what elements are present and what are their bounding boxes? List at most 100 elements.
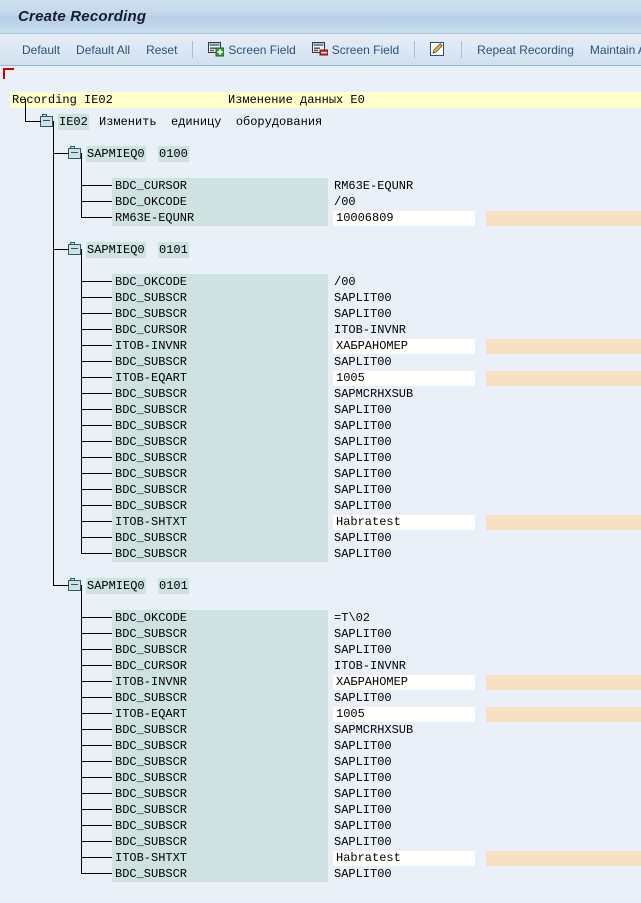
tree-field-row[interactable]: BDC_SUBSCRSAPMCRHXSUB — [0, 722, 641, 738]
tree-node-icon[interactable] — [40, 116, 53, 127]
field-name-cell[interactable]: BDC_SUBSCR — [112, 866, 328, 882]
field-attribute-cell[interactable] — [486, 339, 641, 354]
tree-field-row[interactable]: BDC_SUBSCRSAPLIT00 — [0, 738, 641, 754]
tree-field-row[interactable]: BDC_SUBSCRSAPLIT00 — [0, 754, 641, 770]
field-name-cell[interactable]: BDC_SUBSCR — [112, 802, 328, 818]
tree-field-row[interactable]: BDC_OKCODE=T\02 — [0, 610, 641, 626]
tree-field-row[interactable]: BDC_SUBSCRSAPLIT00 — [0, 642, 641, 658]
tree-field-row[interactable]: ITOB-EQART 1005 — [0, 706, 641, 722]
tree-field-row[interactable]: BDC_SUBSCRSAPLIT00 — [0, 834, 641, 850]
field-name-cell[interactable]: BDC_SUBSCR — [112, 418, 328, 434]
tree-node-icon[interactable] — [68, 148, 81, 159]
tree-field-row[interactable]: BDC_CURSORITOB-INVNR — [0, 658, 641, 674]
tree-field-row[interactable]: BDC_SUBSCRSAPLIT00 — [0, 466, 641, 482]
toolbar-button-reset-2[interactable]: Reset — [138, 41, 185, 59]
tree-field-row[interactable]: BDC_SUBSCRSAPLIT00 — [0, 306, 641, 322]
toolbar-button-screen-field-4[interactable]: Screen Field — [200, 40, 303, 59]
tree-field-row[interactable]: BDC_SUBSCRSAPLIT00 — [0, 626, 641, 642]
field-name-cell[interactable]: BDC_SUBSCR — [112, 754, 328, 770]
field-name-cell[interactable]: BDC_SUBSCR — [112, 786, 328, 802]
field-name-cell[interactable]: BDC_SUBSCR — [112, 498, 328, 514]
field-name-cell[interactable]: ITOB-INVNR — [112, 338, 328, 354]
tree-field-row[interactable]: BDC_SUBSCRSAPLIT00 — [0, 866, 641, 882]
tree-field-row[interactable]: BDC_SUBSCRSAPLIT00 — [0, 786, 641, 802]
tree-field-row[interactable]: BDC_SUBSCRSAPLIT00 — [0, 402, 641, 418]
tree-field-row[interactable]: ITOB-INVNR ХАБРАНОМЕР — [0, 674, 641, 690]
tree-field-row[interactable]: BDC_SUBSCRSAPLIT00 — [0, 482, 641, 498]
tree-field-row[interactable]: BDC_SUBSCRSAPLIT00 — [0, 418, 641, 434]
field-name-cell[interactable]: BDC_SUBSCR — [112, 290, 328, 306]
field-name-cell[interactable]: BDC_SUBSCR — [112, 626, 328, 642]
field-name-cell[interactable]: BDC_SUBSCR — [112, 642, 328, 658]
tree-field-row[interactable]: RM63E-EQUNR 10006809 — [0, 210, 641, 226]
field-name-cell[interactable]: BDC_SUBSCR — [112, 386, 328, 402]
field-name-cell[interactable]: BDC_SUBSCR — [112, 402, 328, 418]
tree-field-row[interactable]: BDC_SUBSCRSAPLIT00 — [0, 354, 641, 370]
field-name-cell[interactable]: BDC_OKCODE — [112, 194, 328, 210]
field-name-cell[interactable]: BDC_SUBSCR — [112, 450, 328, 466]
field-name-cell[interactable]: BDC_SUBSCR — [112, 546, 328, 562]
field-name-cell[interactable]: BDC_OKCODE — [112, 610, 328, 626]
field-attribute-cell[interactable] — [486, 371, 641, 386]
field-name-cell[interactable]: BDC_SUBSCR — [112, 722, 328, 738]
tree-node-screen-2[interactable]: SAPMIEQ00101 — [0, 578, 641, 594]
field-name-cell[interactable]: BDC_OKCODE — [112, 274, 328, 290]
field-value-input[interactable]: 1005 — [333, 371, 475, 386]
field-name-cell[interactable]: BDC_CURSOR — [112, 178, 328, 194]
field-attribute-cell[interactable] — [486, 707, 641, 722]
field-name-cell[interactable]: BDC_SUBSCR — [112, 818, 328, 834]
field-name-cell[interactable]: BDC_SUBSCR — [112, 466, 328, 482]
tree-field-row[interactable]: BDC_SUBSCRSAPLIT00 — [0, 498, 641, 514]
toolbar-button-repeat-recording-9[interactable]: Repeat Recording — [469, 41, 582, 59]
field-name-cell[interactable]: BDC_SUBSCR — [112, 770, 328, 786]
field-name-cell[interactable]: BDC_CURSOR — [112, 658, 328, 674]
tree-node-icon[interactable] — [68, 244, 81, 255]
toolbar-button-default-all-1[interactable]: Default All — [68, 41, 138, 59]
tree-field-row[interactable]: BDC_SUBSCRSAPLIT00 — [0, 434, 641, 450]
field-name-cell[interactable]: BDC_SUBSCR — [112, 482, 328, 498]
tree-node-icon[interactable] — [68, 580, 81, 591]
field-name-cell[interactable]: BDC_SUBSCR — [112, 530, 328, 546]
tree-field-row[interactable]: ITOB-EQART1005 — [0, 370, 641, 386]
field-attribute-cell[interactable] — [486, 515, 641, 530]
field-attribute-cell[interactable] — [486, 675, 641, 690]
field-name-cell[interactable]: BDC_SUBSCR — [112, 354, 328, 370]
tree-field-row[interactable]: BDC_SUBSCRSAPLIT00 — [0, 290, 641, 306]
field-name-cell[interactable]: ITOB-SHTXT — [112, 514, 328, 530]
field-name-cell[interactable]: BDC_SUBSCR — [112, 690, 328, 706]
field-name-cell[interactable]: BDC_CURSOR — [112, 322, 328, 338]
tree-field-row[interactable]: BDC_SUBSCRSAPMCRHXSUB — [0, 386, 641, 402]
field-name-cell[interactable]: BDC_SUBSCR — [112, 834, 328, 850]
tree-field-row[interactable]: BDC_SUBSCRSAPLIT00 — [0, 770, 641, 786]
field-value-input[interactable]: 1005 — [333, 707, 475, 722]
toolbar-button-screen-field-5[interactable]: Screen Field — [304, 40, 407, 59]
field-attribute-cell[interactable] — [486, 211, 641, 226]
tree-field-row[interactable]: BDC_SUBSCRSAPLIT00 — [0, 818, 641, 834]
field-name-cell[interactable]: ITOB-INVNR — [112, 674, 328, 690]
field-name-cell[interactable]: RM63E-EQUNR — [112, 210, 328, 226]
tree-field-row[interactable]: BDC_SUBSCRSAPLIT00 — [0, 802, 641, 818]
field-value-input[interactable]: ХАБРАНОМЕР — [333, 339, 475, 354]
tree-field-row[interactable]: BDC_OKCODE/00 — [0, 274, 641, 290]
tree-field-row[interactable]: BDC_CURSORRM63E-EQUNR — [0, 178, 641, 194]
field-name-cell[interactable]: BDC_SUBSCR — [112, 306, 328, 322]
field-name-cell[interactable]: ITOB-EQART — [112, 706, 328, 722]
tree-field-row[interactable]: BDC_SUBSCRSAPLIT00 — [0, 546, 641, 562]
field-name-cell[interactable]: BDC_SUBSCR — [112, 738, 328, 754]
tree-node-screen-1[interactable]: SAPMIEQ00101 — [0, 242, 641, 258]
tree-node-root[interactable]: IE02Изменить единицу оборудования — [0, 114, 641, 130]
tree-field-row[interactable]: BDC_SUBSCRSAPLIT00 — [0, 530, 641, 546]
field-value-input[interactable]: 10006809 — [333, 211, 475, 226]
tree-field-row[interactable]: ITOB-INVNR ХАБРАНОМЕР — [0, 338, 641, 354]
tree-field-row[interactable]: ITOB-SHTXTHabratest — [0, 850, 641, 866]
toolbar-button-edit-pencil-icon-7[interactable] — [422, 40, 454, 59]
tree-node-screen-0[interactable]: SAPMIEQ00100 — [0, 146, 641, 162]
tree-field-row[interactable]: BDC_SUBSCRSAPLIT00 — [0, 690, 641, 706]
field-value-input[interactable]: ХАБРАНОМЕР — [333, 675, 475, 690]
tree-field-row[interactable]: BDC_SUBSCRSAPLIT00 — [0, 450, 641, 466]
field-value-input[interactable]: Habratest — [333, 851, 475, 866]
field-value-input[interactable]: Habratest — [333, 515, 475, 530]
field-name-cell[interactable]: BDC_SUBSCR — [112, 434, 328, 450]
tree-field-row[interactable]: BDC_CURSORITOB-INVNR — [0, 322, 641, 338]
field-attribute-cell[interactable] — [486, 851, 641, 866]
